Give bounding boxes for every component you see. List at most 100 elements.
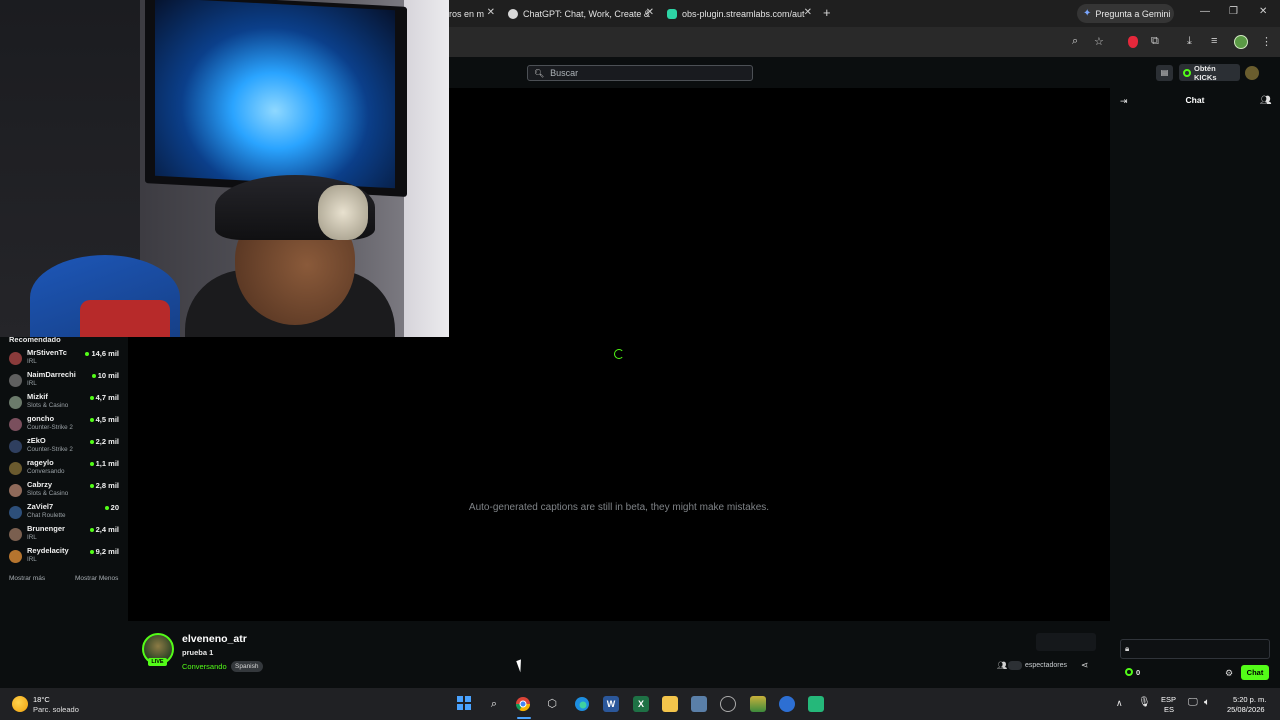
- volume-icon[interactable]: 🔈︎: [1204, 697, 1210, 708]
- minimize-icon[interactable]: —: [1200, 6, 1210, 17]
- browser-profile-avatar[interactable]: [1234, 35, 1248, 49]
- viewer-count-text: 2,2 mil: [95, 437, 119, 446]
- sidebar-channel-item[interactable]: Brunenger IRL 2,4 mil: [0, 524, 128, 546]
- tray-chevron-up-icon[interactable]: ∧: [1116, 698, 1123, 709]
- streamlabs-app-icon[interactable]: [808, 696, 824, 712]
- windows-start-icon[interactable]: [456, 696, 472, 712]
- browser-tab[interactable]: ros en m ✕: [449, 4, 495, 23]
- clock-date[interactable]: 25/08/2026: [1227, 705, 1265, 714]
- sidebar-channel-item[interactable]: zEkO Counter-Strike 2 2,2 mil: [0, 436, 128, 458]
- weather-temperature[interactable]: 18°C: [33, 695, 50, 704]
- viewer-count-text: 10 mil: [97, 371, 119, 380]
- clock-app-icon[interactable]: [720, 696, 736, 712]
- channel-category: Slots & Casino: [27, 490, 69, 497]
- browser-tab-chatgpt[interactable]: ChatGPT: Chat, Work, Create & ✕: [508, 4, 654, 23]
- close-icon[interactable]: ✕: [646, 7, 654, 18]
- channel-avatar: [9, 374, 22, 387]
- cube-app-icon[interactable]: ⬡: [544, 696, 560, 712]
- channel-avatar: [9, 418, 22, 431]
- zoom-icon[interactable]: ⌕: [1072, 35, 1078, 48]
- channel-name: rageylo: [27, 458, 54, 467]
- obs-app-icon[interactable]: [691, 696, 707, 712]
- user-avatar[interactable]: [1245, 66, 1259, 80]
- layers-app-icon[interactable]: [750, 696, 766, 712]
- channel-name[interactable]: elveneno_atr: [182, 633, 247, 645]
- live-dot-icon: [89, 550, 94, 555]
- new-tab-icon[interactable]: +: [823, 5, 831, 20]
- viewer-count-text: 2,4 mil: [95, 525, 119, 534]
- bookmark-star-icon[interactable]: ☆: [1094, 35, 1104, 48]
- extensions-icon[interactable]: ⧉: [1151, 35, 1159, 48]
- file-explorer-icon[interactable]: [662, 696, 678, 712]
- gemini-label: Pregunta a Gemini: [1095, 8, 1171, 19]
- sidebar-channel-item[interactable]: Mizkif Slots & Casino 4,7 mil: [0, 392, 128, 414]
- tab-title: ChatGPT: Chat, Work, Create &: [523, 8, 650, 19]
- kicks-coin-icon: [1183, 68, 1191, 77]
- live-dot-icon: [91, 374, 96, 379]
- sidebar-channel-item[interactable]: Cabrzy Slots & Casino 2,8 mil: [0, 480, 128, 502]
- download-icon[interactable]: ⤓: [1187, 35, 1192, 48]
- sidebar-channel-item[interactable]: ZaViel7 Chat Roulette 20: [0, 502, 128, 524]
- channel-name: zEkO: [27, 436, 46, 445]
- browser-menu-icon[interactable]: ⋮: [1261, 35, 1272, 48]
- channel-viewer-count: 2,4 mil: [89, 525, 119, 534]
- sidebar-channel-item[interactable]: Reydelacity IRL 9,2 mil: [0, 546, 128, 568]
- media-control-icon[interactable]: ≡: [1211, 35, 1217, 47]
- lock-icon: 🔒︎: [1125, 644, 1130, 653]
- edge-icon[interactable]: [574, 696, 590, 712]
- sidebar-channel-item[interactable]: rageylo Conversando 1,1 mil: [0, 458, 128, 480]
- weather-description[interactable]: Parc. soleado: [33, 705, 79, 714]
- language-tag[interactable]: Spanish: [231, 661, 263, 672]
- window-close-icon[interactable]: ✕: [1259, 6, 1267, 17]
- search-input[interactable]: 🔍︎ Buscar: [527, 65, 753, 81]
- channel-name: Brunenger: [27, 524, 65, 533]
- gemini-button[interactable]: ✦ Pregunta a Gemini: [1077, 4, 1174, 23]
- sidebar-channel-item[interactable]: goncho Counter-Strike 2 4,5 mil: [0, 414, 128, 436]
- microphone-icon[interactable]: 🎙︎: [1138, 697, 1151, 708]
- browser-tab-streamlabs[interactable]: obs-plugin.streamlabs.com/aut ✕: [667, 4, 812, 23]
- channel-points-icon[interactable]: [1125, 668, 1133, 676]
- stream-category-link[interactable]: Conversando: [182, 662, 227, 671]
- sidebar-channel-item[interactable]: NaimDarrechi IRL 10 mil: [0, 370, 128, 392]
- restore-icon[interactable]: ❐: [1229, 6, 1238, 17]
- chrome-icon[interactable]: [515, 696, 531, 712]
- close-icon[interactable]: ✕: [804, 7, 812, 18]
- live-dot-icon: [89, 440, 94, 445]
- sidebar-channel-item[interactable]: MrStivenTc IRL 14,6 mil: [0, 348, 128, 370]
- input-language[interactable]: ESP: [1161, 695, 1176, 704]
- channel-avatar: [9, 440, 22, 453]
- chat-panel: ⇥ Chat 👥︎ 🔒︎ 0 ⚙ Chat: [1110, 88, 1280, 688]
- extension-record-icon[interactable]: [1128, 36, 1138, 48]
- follow-button-placeholder[interactable]: [1036, 633, 1096, 651]
- chat-settings-gear-icon[interactable]: ⚙: [1225, 668, 1233, 679]
- taskbar-search-icon[interactable]: ⌕: [486, 696, 502, 712]
- viewers-icon: 👥︎: [997, 661, 1008, 670]
- channel-name: MrStivenTc: [27, 348, 67, 357]
- caption-notice: Auto-generated captions are still in bet…: [468, 502, 770, 513]
- channel-avatar: [9, 550, 22, 563]
- excel-icon[interactable]: X: [633, 696, 649, 712]
- channel-viewer-count: 9,2 mil: [89, 547, 119, 556]
- theater-mode-icon[interactable]: ▤: [1156, 65, 1173, 81]
- weather-sun-icon[interactable]: [12, 696, 28, 712]
- show-more-link[interactable]: Mostrar más: [9, 575, 45, 582]
- close-icon[interactable]: ✕: [487, 7, 495, 18]
- chat-input[interactable]: 🔒︎: [1120, 639, 1270, 659]
- chat-users-icon[interactable]: 👥︎: [1260, 95, 1271, 106]
- share-icon[interactable]: ⋖: [1081, 660, 1089, 671]
- stream-title: prueba 1: [182, 648, 214, 657]
- input-language-region[interactable]: ES: [1164, 705, 1174, 714]
- globe-app-icon[interactable]: [779, 696, 795, 712]
- channel-viewer-count: 4,5 mil: [89, 415, 119, 424]
- chat-send-button[interactable]: Chat: [1241, 665, 1269, 680]
- show-less-link[interactable]: Mostrar Menos: [75, 575, 118, 582]
- channel-name: Cabrzy: [27, 480, 53, 489]
- word-icon[interactable]: W: [603, 696, 619, 712]
- channel-viewer-count: 1,1 mil: [89, 459, 119, 468]
- viewer-count-text: 4,5 mil: [95, 415, 119, 424]
- clock-time[interactable]: 5:20 p. m.: [1233, 695, 1266, 704]
- network-icon[interactable]: 🖵︎: [1188, 697, 1198, 708]
- get-kicks-button[interactable]: Obtén KICKs: [1179, 64, 1240, 82]
- channel-category: Chat Roulette: [27, 512, 66, 519]
- channel-avatar: [9, 352, 22, 365]
